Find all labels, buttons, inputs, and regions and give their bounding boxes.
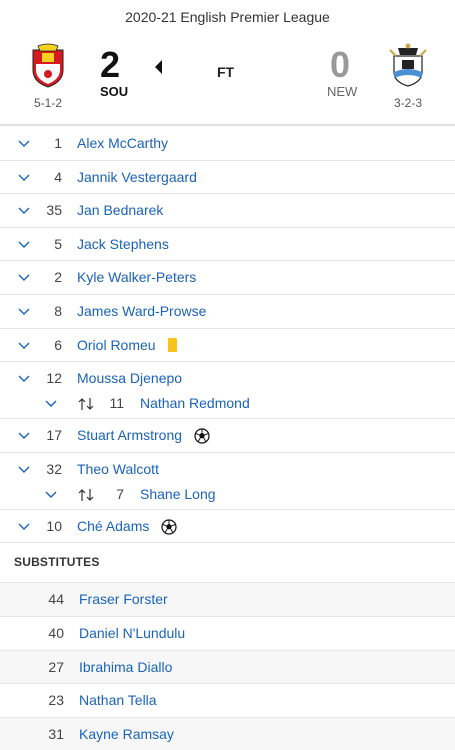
substitution-arrows-icon: [78, 488, 94, 501]
player-number: 17: [46, 427, 62, 444]
lineup-row[interactable]: 1 Alex McCarthy: [0, 127, 455, 161]
newcastle-crest-icon[interactable]: [388, 42, 428, 88]
substitute-row[interactable]: 23 Nathan Tella: [0, 684, 455, 718]
winner-arrow-icon: [155, 60, 162, 74]
expand-sub-chevron-icon[interactable]: [45, 488, 57, 500]
substitute-row[interactable]: 27 Ibrahima Diallo: [0, 650, 455, 685]
player-name-link[interactable]: Alex McCarthy: [77, 135, 168, 151]
yellow-card-icon: [168, 337, 177, 352]
substitute-number: 44: [48, 591, 64, 608]
player-name-link[interactable]: Jack Stephens: [77, 236, 169, 252]
substitution-line: 11 Nathan Redmond: [0, 395, 455, 419]
home-abbr: SOU: [100, 84, 129, 99]
player-name-link[interactable]: Ché Adams: [77, 518, 149, 534]
expand-chevron-icon[interactable]: [18, 238, 30, 250]
expand-chevron-icon[interactable]: [18, 271, 30, 283]
lineup-row[interactable]: 2 Kyle Walker-Peters: [0, 261, 455, 295]
expand-chevron-icon[interactable]: [18, 372, 30, 384]
substitute-name-link[interactable]: Fraser Forster: [79, 591, 168, 607]
player-name-link[interactable]: Theo Walcott: [77, 461, 159, 477]
substitute-number: 40: [48, 624, 64, 641]
player-number: 8: [54, 302, 62, 319]
goal-ball-icon: [194, 428, 210, 444]
expand-chevron-icon[interactable]: [18, 339, 30, 351]
player-number: 10: [46, 517, 62, 534]
player-name-link[interactable]: Stuart Armstrong: [77, 427, 182, 443]
lineup-row[interactable]: 10 Ché Adams: [0, 510, 455, 544]
lineup-row[interactable]: 8 James Ward-Prowse: [0, 295, 455, 329]
sub-player-name-link[interactable]: Shane Long: [140, 486, 216, 502]
expand-chevron-icon[interactable]: [18, 305, 30, 317]
player-number: 2: [54, 269, 62, 286]
expand-chevron-icon[interactable]: [18, 204, 30, 216]
substitutes-heading-label: SUBSTITUTES: [14, 555, 100, 570]
expand-chevron-icon[interactable]: [18, 137, 30, 149]
player-number: 4: [54, 168, 62, 185]
substitution-arrows-icon: [78, 398, 94, 411]
lineup-row[interactable]: 17 Stuart Armstrong: [0, 419, 455, 453]
expand-chevron-icon[interactable]: [18, 520, 30, 532]
substitute-name-link[interactable]: Kayne Ramsay: [79, 726, 174, 742]
player-name-link[interactable]: Moussa Djenepo: [77, 370, 182, 386]
away-abbr: NEW: [327, 84, 358, 99]
substitutes-heading: SUBSTITUTES: [0, 543, 455, 584]
goal-ball-icon: [161, 519, 177, 535]
sub-player-name-link[interactable]: Nathan Redmond: [140, 395, 250, 411]
sub-player-number: 11: [109, 395, 124, 412]
lineup-row[interactable]: 5 Jack Stephens: [0, 228, 455, 262]
match-header: 2020-21 English Premier League 5-1-2 2 S…: [0, 0, 455, 126]
player-name-link[interactable]: Jan Bednarek: [77, 202, 163, 218]
substitute-number: 27: [48, 658, 64, 675]
expand-chevron-icon[interactable]: [18, 463, 30, 475]
player-event-slot: [194, 428, 210, 449]
player-name-link[interactable]: James Ward-Prowse: [77, 303, 206, 319]
player-number: 5: [54, 235, 62, 252]
home-formation: 5-1-2: [33, 96, 62, 110]
substitute-row[interactable]: 40 Daniel N'Lundulu: [0, 617, 455, 651]
lineup-row[interactable]: 35 Jan Bednarek: [0, 194, 455, 228]
substitute-name-link[interactable]: Nathan Tella: [79, 692, 157, 708]
home-score: 2: [100, 44, 121, 85]
substitution-line: 7 Shane Long: [0, 486, 455, 510]
player-number: 35: [46, 202, 62, 219]
match-status: FT: [217, 64, 235, 80]
substitute-row[interactable]: 31 Kayne Ramsay: [0, 717, 455, 750]
substitute-number: 31: [48, 725, 64, 742]
player-name-link[interactable]: Jannik Vestergaard: [77, 169, 197, 185]
player-name-link[interactable]: Oriol Romeu: [77, 337, 156, 353]
league-title: 2020-21 English Premier League: [125, 9, 330, 25]
southampton-crest-icon[interactable]: [28, 42, 68, 88]
lineup-row[interactable]: 4 Jannik Vestergaard: [0, 161, 455, 195]
player-name-link[interactable]: Kyle Walker-Peters: [77, 269, 196, 285]
player-number: 6: [54, 336, 62, 353]
lineup-list: 1 Alex McCarthy 4 Jannik Vestergaard 35 Jan B…: [0, 127, 455, 750]
lineup-row[interactable]: 32 Theo Walcott 7 Shane Long: [0, 453, 455, 510]
lineup-row[interactable]: 6 Oriol Romeu: [0, 329, 455, 363]
expand-sub-chevron-icon[interactable]: [45, 397, 57, 409]
player-number: 1: [54, 135, 62, 151]
away-formation: 3-2-3: [393, 96, 422, 110]
player-event-slot: [161, 519, 177, 540]
away-score: 0: [330, 44, 351, 85]
player-number: 12: [46, 370, 62, 387]
sub-player-number: 7: [116, 485, 124, 502]
substitute-name-link[interactable]: Ibrahima Diallo: [79, 659, 172, 675]
player-event-slot: [168, 337, 177, 352]
substitute-name-link[interactable]: Daniel N'Lundulu: [79, 625, 185, 641]
player-number: 32: [46, 460, 62, 477]
substitute-number: 23: [48, 692, 64, 709]
expand-chevron-icon[interactable]: [18, 171, 30, 183]
substitute-row[interactable]: 44 Fraser Forster: [0, 583, 455, 617]
expand-chevron-icon[interactable]: [18, 429, 30, 441]
lineup-row[interactable]: 12 Moussa Djenepo 11 Nathan Redmond: [0, 362, 455, 420]
